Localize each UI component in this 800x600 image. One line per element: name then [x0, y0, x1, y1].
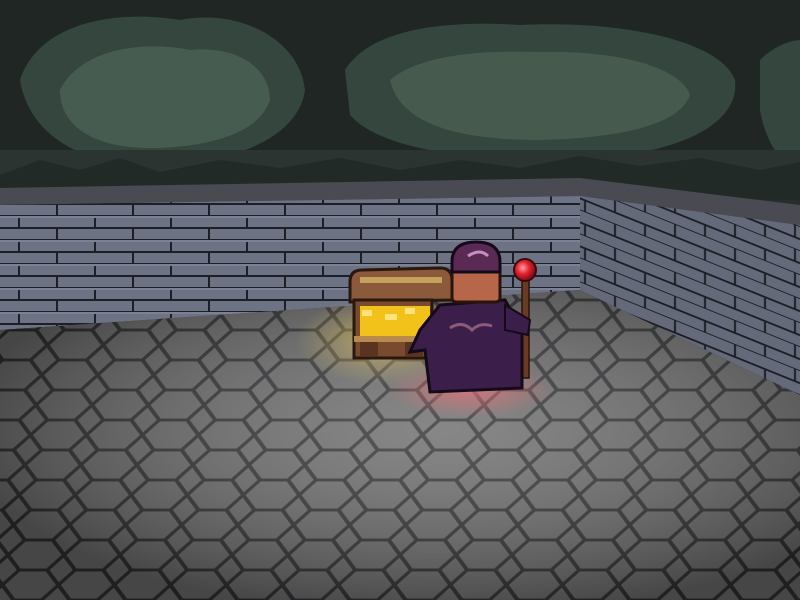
wizard-hat	[450, 240, 502, 274]
game-scene	[0, 0, 800, 600]
cave-forest-background	[0, 0, 800, 200]
red-orb-icon	[513, 258, 537, 282]
scene-canvas	[0, 0, 800, 600]
